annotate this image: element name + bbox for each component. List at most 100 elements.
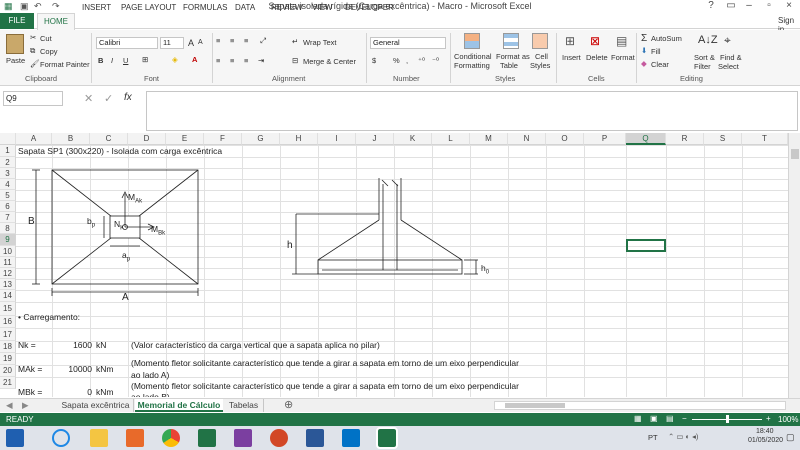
row-header-20[interactable]: 20: [0, 365, 16, 377]
select-all-corner[interactable]: [0, 133, 16, 145]
column-header-S[interactable]: S: [704, 133, 742, 145]
page-break-view-icon[interactable]: ▤: [666, 414, 674, 423]
sort-filter-icon[interactable]: A↓Z: [698, 34, 718, 46]
insert-cells-button[interactable]: Insert: [562, 53, 581, 62]
tab-review[interactable]: REVIEW: [271, 3, 303, 12]
fill-icon[interactable]: ⬇: [641, 46, 647, 55]
notifications-icon[interactable]: ▢: [786, 432, 795, 443]
zoom-slider-thumb[interactable]: [726, 415, 729, 423]
row-header-14[interactable]: 14: [0, 290, 16, 302]
column-header-K[interactable]: K: [394, 133, 432, 145]
redo-icon[interactable]: ↷: [52, 1, 60, 12]
vertical-scroll-thumb[interactable]: [791, 149, 799, 159]
column-header-O[interactable]: O: [546, 133, 584, 145]
format-as-table-icon[interactable]: [503, 33, 519, 49]
column-header-N[interactable]: N: [508, 133, 546, 145]
conditional-formatting-icon[interactable]: [464, 33, 480, 49]
column-header-P[interactable]: P: [584, 133, 626, 145]
clock-date[interactable]: 01/05/2020: [748, 437, 783, 444]
normal-view-icon[interactable]: ▦: [634, 414, 642, 423]
tab-insert[interactable]: INSERT: [82, 3, 111, 12]
tab-developer[interactable]: DEVELOPER: [345, 3, 394, 12]
tab-file[interactable]: FILE: [0, 13, 34, 29]
tab-data[interactable]: DATA: [235, 3, 255, 12]
row-header-19[interactable]: 19: [0, 353, 16, 365]
column-header-I[interactable]: I: [318, 133, 356, 145]
fill-button[interactable]: Fill: [651, 47, 661, 56]
column-header-Q[interactable]: Q: [626, 133, 666, 145]
indent-icon[interactable]: ⇥: [258, 56, 264, 65]
sheet-tab-sapata[interactable]: Sapata excêntrica: [58, 399, 134, 412]
paste-button[interactable]: Paste: [6, 56, 25, 65]
find-select-button[interactable]: Find &: [720, 53, 742, 62]
bold-button[interactable]: B: [98, 56, 103, 65]
conditional-formatting-button[interactable]: Conditional: [454, 52, 492, 61]
row-header-16[interactable]: 16: [0, 316, 16, 328]
add-sheet-button[interactable]: ⊕: [284, 399, 293, 412]
column-header-J[interactable]: J: [356, 133, 394, 145]
zoom-out-icon[interactable]: −: [682, 414, 687, 423]
row-header-6[interactable]: 6: [0, 201, 16, 212]
sheet-prev-icon[interactable]: ◀: [6, 399, 13, 412]
format-painter-button[interactable]: Format Painter: [40, 60, 90, 69]
decrease-decimal-icon[interactable]: ⁻⁰: [432, 56, 439, 65]
number-format-select[interactable]: General: [370, 37, 446, 49]
row-header-12[interactable]: 12: [0, 268, 16, 279]
percent-button[interactable]: %: [393, 56, 400, 65]
formula-input[interactable]: [146, 91, 798, 131]
horizontal-scroll-thumb[interactable]: [505, 403, 565, 408]
powerpoint-icon[interactable]: [270, 429, 288, 447]
tab-view[interactable]: VIEW: [312, 3, 332, 12]
italic-button[interactable]: I: [111, 56, 113, 65]
copy-button[interactable]: Copy: [40, 47, 58, 56]
cell-styles-button[interactable]: Cell: [535, 52, 548, 61]
language-indicator[interactable]: PT: [648, 433, 658, 442]
selected-cell[interactable]: [626, 239, 666, 252]
horizontal-scrollbar[interactable]: [494, 401, 786, 410]
cut-button[interactable]: Cut: [40, 34, 52, 43]
column-header-L[interactable]: L: [432, 133, 470, 145]
onenote-icon[interactable]: [234, 429, 252, 447]
sheet-tab-memorial[interactable]: Memorial de Cálculo: [135, 399, 223, 412]
eraser-icon[interactable]: ◆: [641, 59, 647, 68]
maximize-button[interactable]: ▫: [762, 0, 776, 11]
sheet-tab-tabelas[interactable]: Tabelas: [224, 399, 264, 412]
column-header-D[interactable]: D: [128, 133, 166, 145]
format-cells-icon[interactable]: ▤: [616, 34, 627, 48]
row-header-13[interactable]: 13: [0, 279, 16, 290]
column-header-B[interactable]: B: [52, 133, 90, 145]
row-header-10[interactable]: 10: [0, 246, 16, 257]
sort-filter-button[interactable]: Sort &: [694, 53, 715, 62]
clear-button[interactable]: Clear: [651, 60, 669, 69]
row-header-18[interactable]: 18: [0, 341, 16, 353]
confirm-entry-icon[interactable]: ✓: [104, 92, 113, 105]
column-header-G[interactable]: G: [242, 133, 280, 145]
page-layout-view-icon[interactable]: ▣: [650, 414, 658, 423]
insert-cells-icon[interactable]: ⊞: [565, 34, 575, 48]
vertical-scrollbar[interactable]: [788, 133, 800, 398]
row-header-11[interactable]: 11: [0, 257, 16, 268]
column-header-M[interactable]: M: [470, 133, 508, 145]
excel-active-taskbar-icon[interactable]: [376, 427, 398, 449]
wrap-text-button[interactable]: Wrap Text: [303, 38, 337, 47]
minimize-button[interactable]: –: [742, 0, 756, 11]
nk-value[interactable]: 1600: [60, 340, 92, 350]
row-header-1[interactable]: 1: [0, 145, 16, 157]
undo-icon[interactable]: ↶: [34, 1, 42, 12]
column-header-E[interactable]: E: [166, 133, 204, 145]
media-player-icon[interactable]: [126, 429, 144, 447]
increase-decimal-icon[interactable]: ⁺⁰: [418, 56, 425, 65]
tab-formulas[interactable]: FORMULAS: [183, 3, 227, 12]
grow-font-button[interactable]: A: [188, 38, 194, 48]
row-header-8[interactable]: 8: [0, 223, 16, 234]
mak-value[interactable]: 10000: [60, 364, 92, 374]
font-name-select[interactable]: Calibri: [96, 37, 158, 49]
comma-button[interactable]: ,: [406, 56, 408, 65]
insert-function-button[interactable]: fx: [124, 92, 132, 103]
clock-time[interactable]: 18:40: [756, 428, 774, 435]
tab-home[interactable]: HOME: [37, 13, 75, 30]
cancel-entry-icon[interactable]: ✕: [84, 92, 93, 105]
row-header-7[interactable]: 7: [0, 212, 16, 223]
autosum-icon[interactable]: Σ: [641, 33, 647, 44]
delete-cells-icon[interactable]: ⊠: [590, 34, 600, 48]
